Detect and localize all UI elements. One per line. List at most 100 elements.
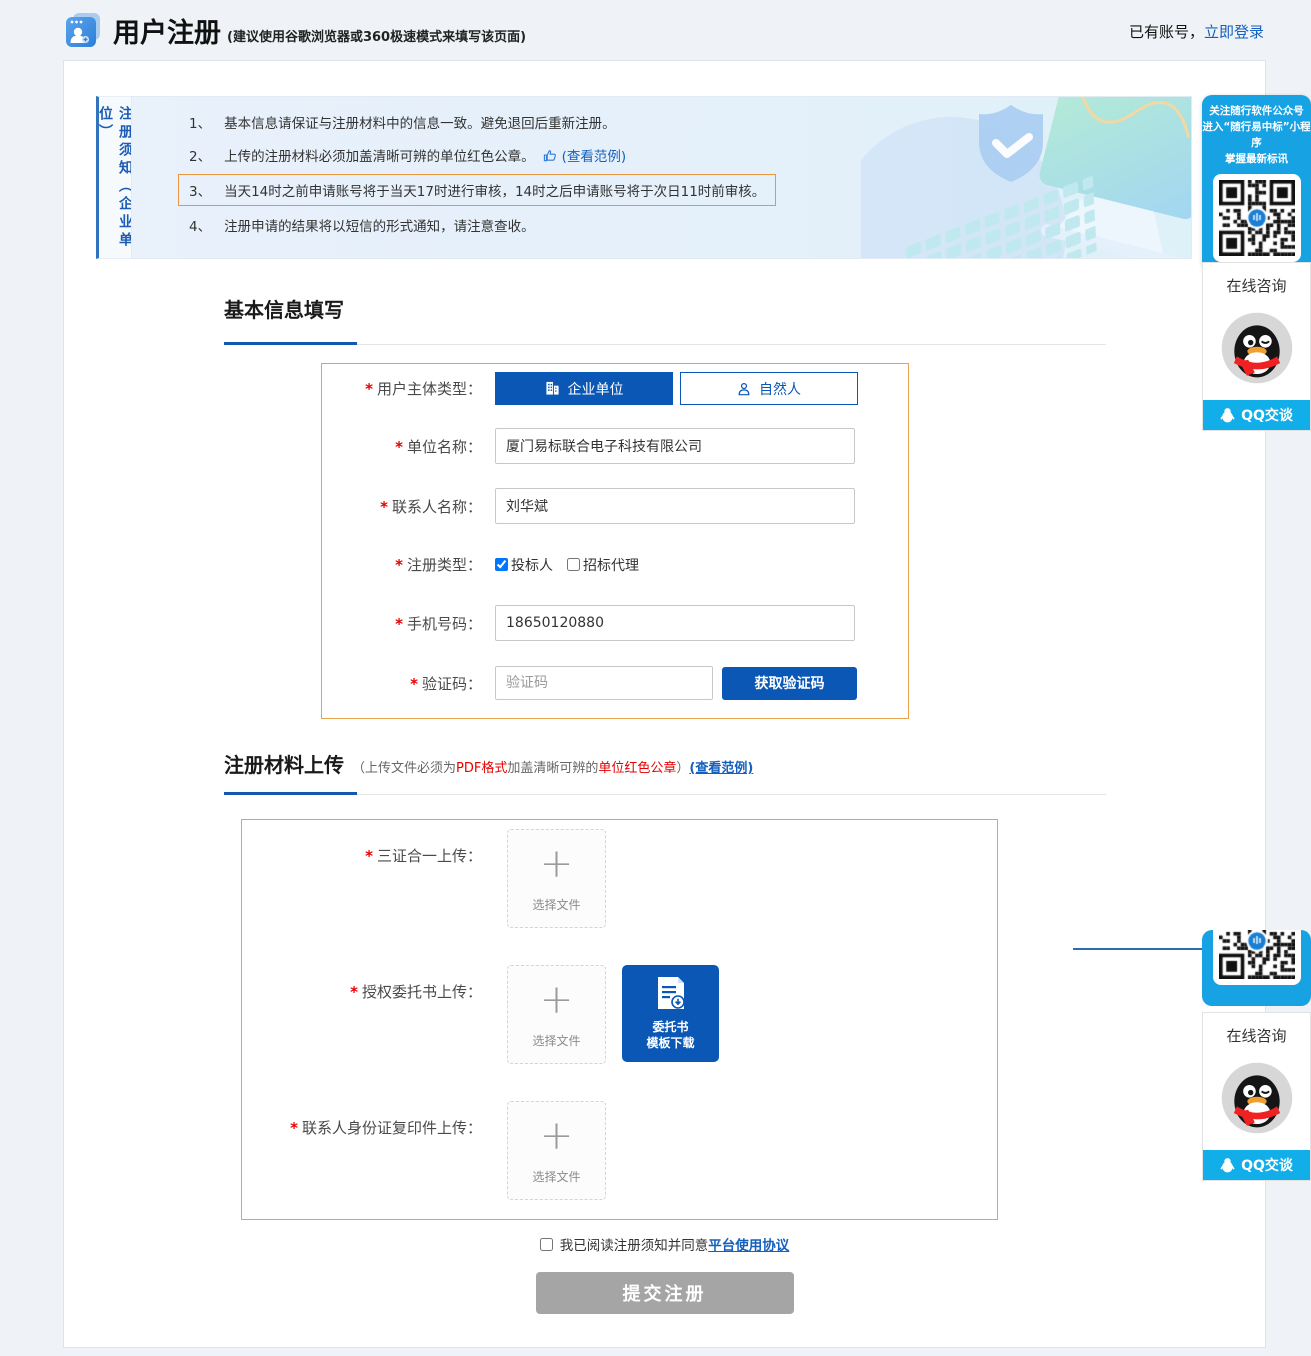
verify-code-input[interactable] [495,666,713,700]
pointer-hand-icon [543,148,558,163]
notice-item-3-highlighted: 3、 当天14时之前申请账号将于当天17时进行审核，14时之后申请账号将于次日1… [178,174,776,206]
upload-view-sample-link[interactable]: (查看范例) [689,761,753,776]
section-divider [224,792,1106,795]
notice-item-number: 4、 [189,215,211,235]
qr-code [1213,930,1301,985]
license-choose-file[interactable]: + 选择文件 [507,829,606,928]
plus-icon: + [540,1116,574,1156]
qq-chat-button[interactable]: QQ交谈 [1203,1150,1310,1180]
red-seal-text: 单位红色公章 [598,761,676,776]
registration-page: 用户注册 (建议使用谷歌浏览器或360极速模式来填写该页面) 已有账号，立即登录… [0,0,1311,1356]
basic-info-section-header: 基本信息填写 [224,294,344,323]
notice-item-number: 3、 [189,180,211,200]
qq-icon [1220,1157,1235,1173]
required-mark: * [395,556,403,574]
online-consult-title: 在线咨询 [1203,1025,1310,1046]
upload-form: *三证合一上传： + 选择文件 *授权委托书上传： + 选择文件 [241,819,998,1220]
contact-name-input[interactable] [495,488,855,524]
login-area: 已有账号，立即登录 [1129,21,1264,42]
org-name-input[interactable] [495,428,855,464]
notice-item-number: 2、 [189,145,211,165]
authorization-choose-file[interactable]: + 选择文件 [507,965,606,1064]
submit-register-button[interactable]: 提交注册 [536,1272,794,1314]
section-divider [224,342,1106,345]
contact-name-row: *联系人名称： [322,488,908,524]
view-sample-link[interactable]: (查看范例) [562,145,627,165]
notice-item-1: 1、 基本信息请保证与注册材料中的信息一致。避免退回后重新注册。 [189,112,1191,132]
required-mark: * [395,615,403,633]
agent-checkbox[interactable] [567,558,580,571]
notice-item-4: 4、 注册申请的结果将以短信的形式通知，请注意查收。 [189,215,1191,235]
qq-chat-button[interactable]: QQ交谈 [1203,400,1310,430]
notice-side-label: 注册须知（企业单位） [96,106,131,258]
online-consult-panel: 在线咨询 QQ交谈 [1202,1012,1311,1181]
qr-code [1213,174,1301,262]
page-subtitle: (建议使用谷歌浏览器或360极速模式来填写该页面) [227,26,526,45]
agreement-text: 我已阅读注册须知并同意 [560,1234,709,1254]
online-consult-title: 在线咨询 [1203,275,1310,296]
notice-side-tab: 注册须知（企业单位） [96,96,131,259]
pdf-format-text: PDF格式 [456,761,507,776]
authorization-upload-label: *授权委托书上传： [242,981,482,1064]
phone-input[interactable] [495,605,855,641]
reg-type-row: *注册类型： 投标人 招标代理 [322,554,908,575]
online-consult-panel: 在线咨询 QQ交谈 [1202,262,1311,431]
phone-row: *手机号码： [322,605,908,641]
agreement-checkbox[interactable] [540,1238,553,1251]
enterprise-unit-button[interactable]: 企业单位 [495,372,673,405]
registration-notice: 注册须知（企业单位） [96,96,1192,259]
notice-item-2: 2、 上传的注册材料必须加盖清晰可辨的单位红色公章。 (查看范例) [189,145,1191,165]
agent-label: 招标代理 [583,555,639,575]
building-icon [545,381,560,396]
upload-section-header: 注册材料上传 （上传文件必须为PDF格式加盖清晰可辨的单位红色公章）(查看范例) [224,749,753,778]
org-name-label: *单位名称： [322,436,482,457]
id-copy-upload-label: *联系人身份证复印件上传： [242,1117,482,1200]
bidder-checkbox[interactable] [495,558,508,571]
basic-info-form: *用户主体类型： 企业单位 [321,363,909,719]
template-download-button[interactable]: 委托书 模板下载 [622,965,719,1062]
get-code-button[interactable]: 获取验证码 [722,667,857,700]
notice-body: 1、 基本信息请保证与注册材料中的信息一致。避免退回后重新注册。 2、 上传的注… [131,96,1192,259]
required-mark: * [410,675,418,693]
required-mark: * [350,983,358,1001]
subject-type-label: *用户主体类型： [322,378,482,399]
upload-title: 注册材料上传 [224,749,344,778]
license-upload-row: *三证合一上传： + 选择文件 [242,829,606,928]
notice-item-text: 当天14时之前申请账号将于当天17时进行审核，14时之后申请账号将于次日11时前… [224,180,765,200]
upload-note: （上传文件必须为PDF格式加盖清晰可辨的单位红色公章）(查看范例) [352,757,753,776]
verify-code-label: *验证码： [322,673,482,694]
qr-caption-line3: 掌握最新标讯 [1202,151,1311,167]
required-mark: * [380,498,388,516]
subject-type-row: *用户主体类型： 企业单位 [322,372,908,405]
required-mark: * [395,438,403,456]
notice-item-number: 1、 [189,112,211,132]
notice-item-text: 上传的注册材料必须加盖清晰可辨的单位红色公章。 [224,145,535,165]
id-copy-choose-file[interactable]: + 选择文件 [507,1101,606,1200]
page-title: 用户注册 [113,16,221,51]
have-account-text: 已有账号， [1129,23,1204,41]
wechat-qr-card-partial [1202,930,1311,1006]
natural-person-button[interactable]: 自然人 [680,372,858,405]
required-mark: * [365,380,373,398]
divider-line [1073,948,1206,950]
person-icon [737,382,751,396]
id-copy-upload-row: *联系人身份证复印件上传： + 选择文件 [242,1101,606,1200]
main-panel: 注册须知（企业单位） [63,60,1266,1348]
login-link[interactable]: 立即登录 [1204,23,1264,41]
license-upload-label: *三证合一上传： [242,845,482,928]
qr-caption-line1: 关注随行软件公众号 [1202,103,1311,119]
phone-label: *手机号码： [322,613,482,634]
contact-name-label: *联系人名称： [322,496,482,517]
plus-icon: + [540,844,574,884]
qq-icon [1220,407,1235,423]
wechat-qr-card: 关注随行软件公众号 进入“随行易中标”小程序 掌握最新标讯 [1202,95,1311,271]
bidder-label: 投标人 [511,555,553,575]
document-download-icon [654,976,688,1012]
required-mark: * [290,1119,298,1137]
authorization-upload-row: *授权委托书上传： + 选择文件 [242,965,719,1064]
org-name-row: *单位名称： [322,428,908,464]
qq-penguin-logo [1215,306,1299,390]
qr-caption-line2: 进入“随行易中标”小程序 [1202,119,1311,151]
platform-agreement-link[interactable]: 平台使用协议 [708,1234,789,1254]
page-header: 用户注册 (建议使用谷歌浏览器或360极速模式来填写该页面) [63,11,526,51]
